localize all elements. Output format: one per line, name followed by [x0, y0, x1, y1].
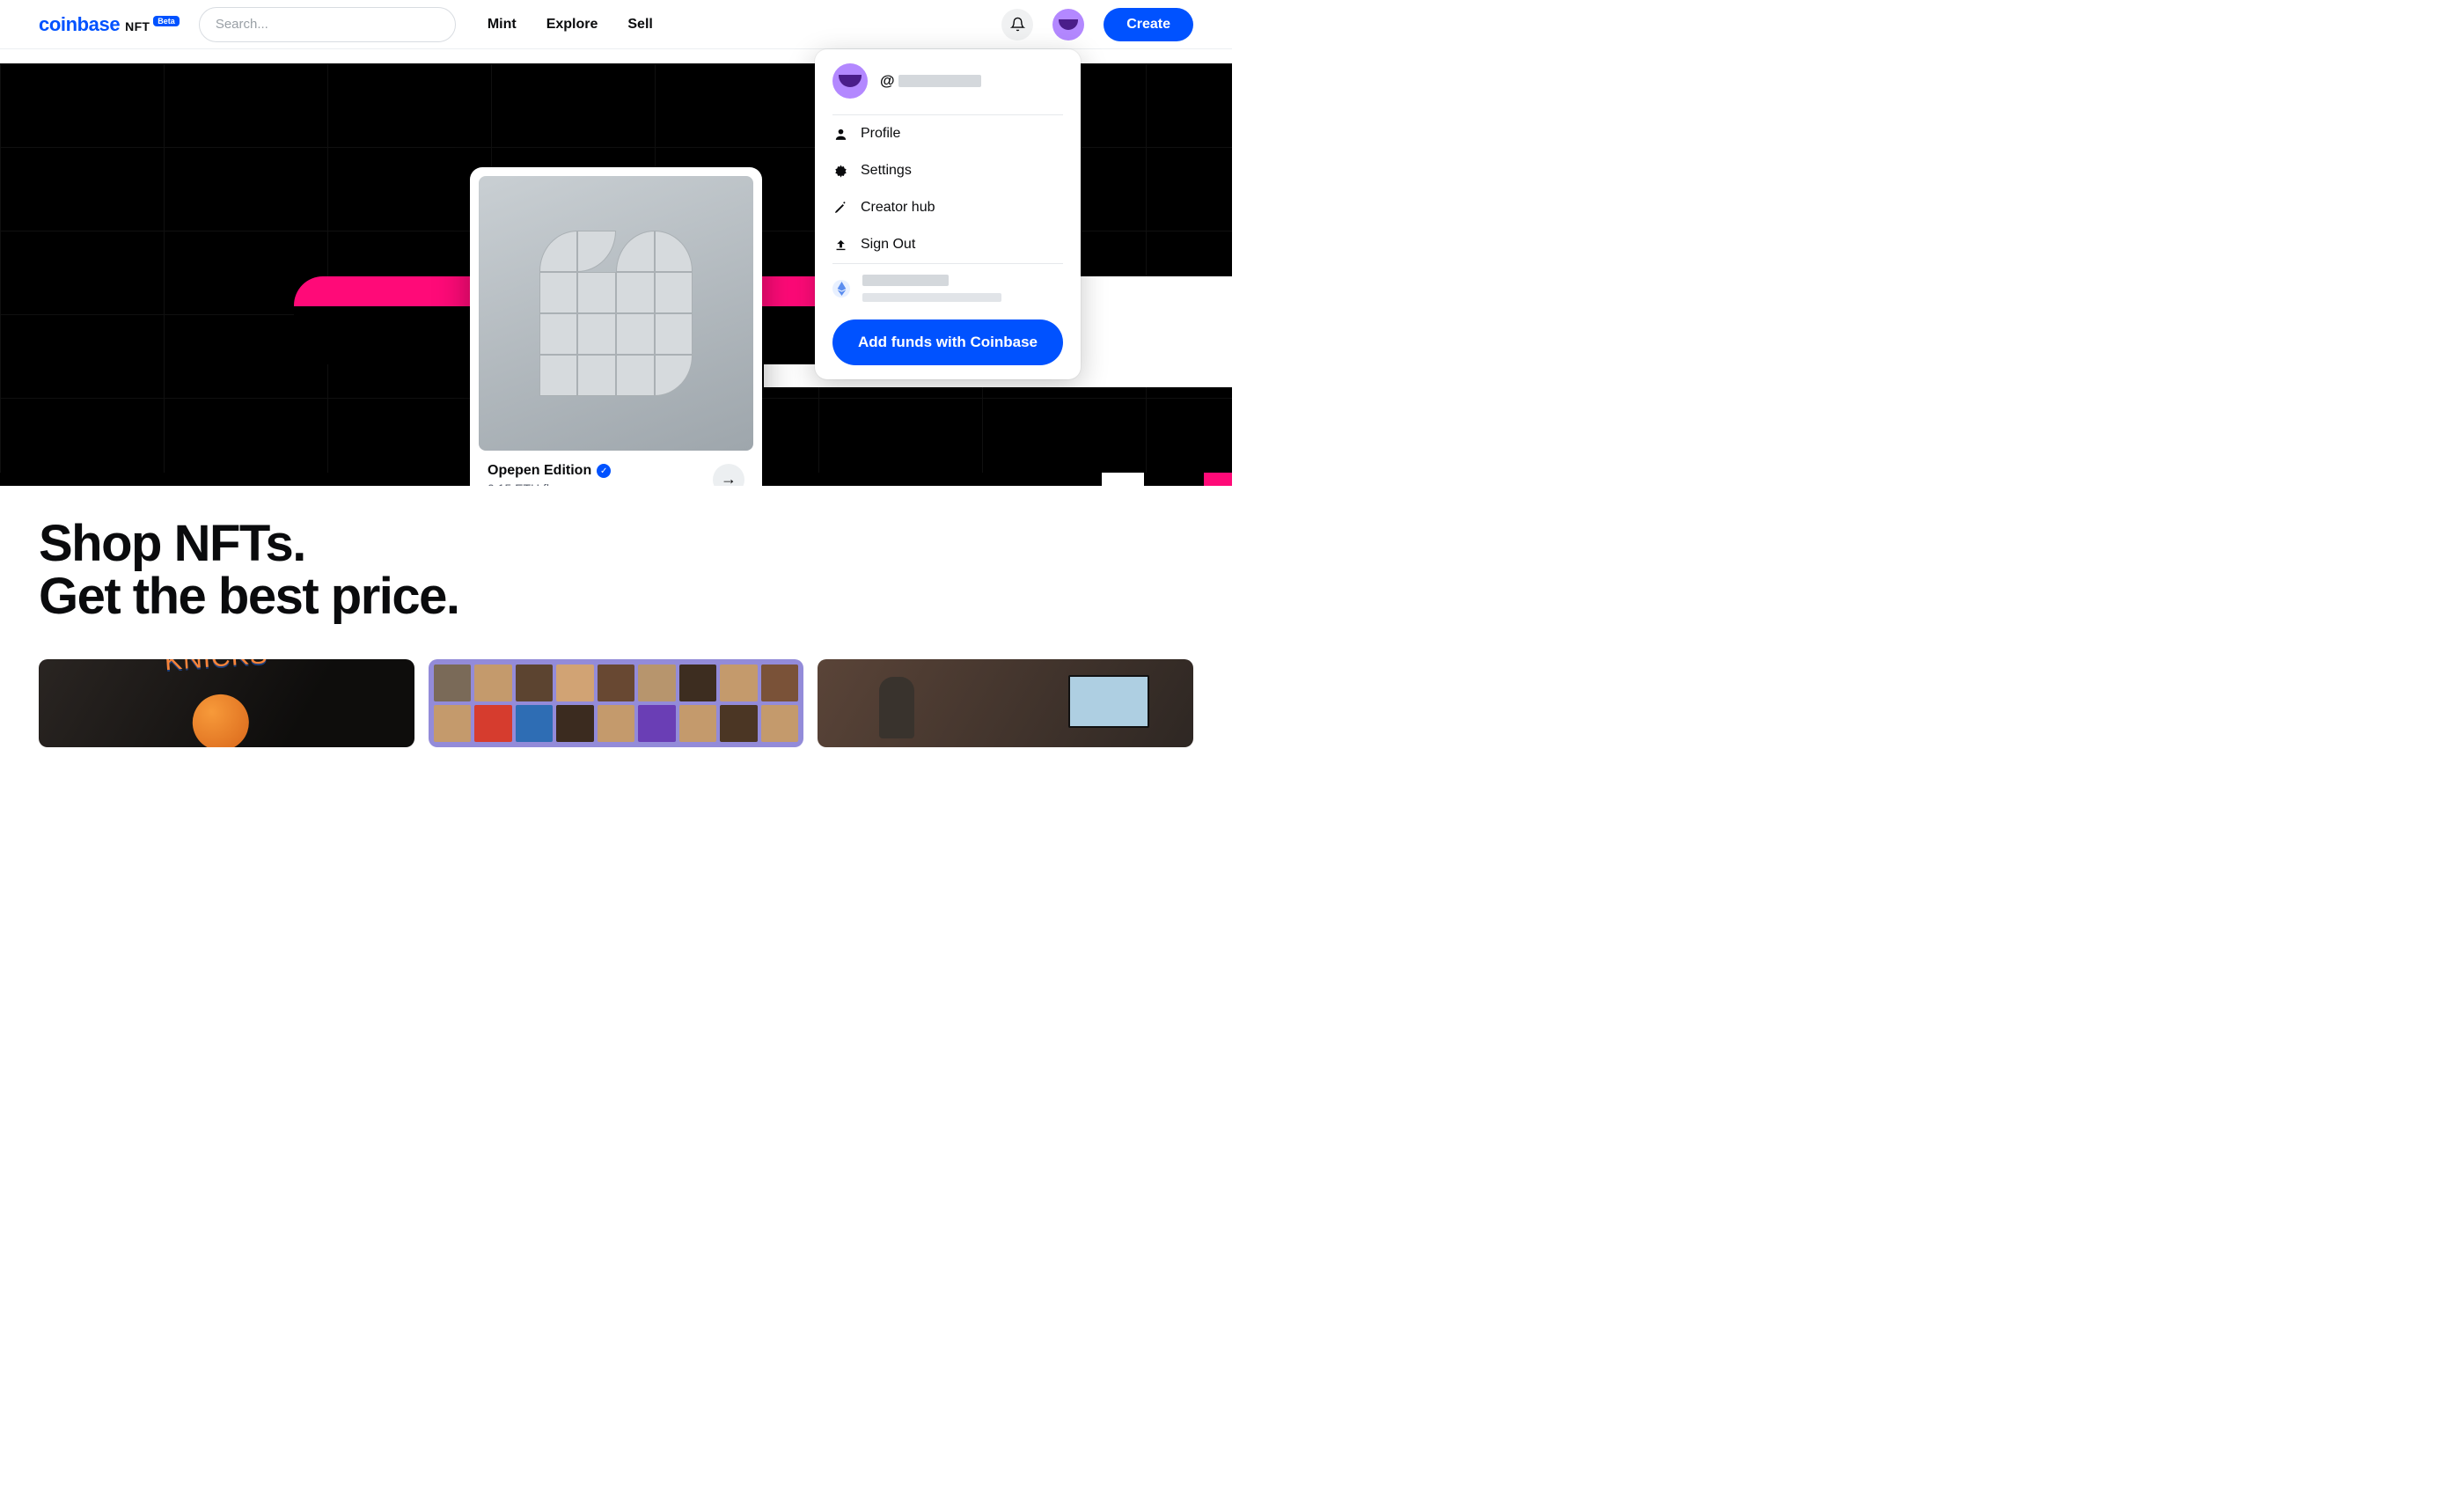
category-tile-collectibles[interactable]: [429, 659, 804, 747]
ethereum-icon: [832, 280, 850, 297]
arrow-right-icon: →: [721, 470, 737, 486]
wallet-balance-redacted: [862, 293, 1001, 302]
dropdown-wallet-row: [815, 264, 1081, 312]
featured-image: [479, 176, 753, 451]
profile-avatar-button[interactable]: [1052, 9, 1084, 40]
dropdown-item-label: Sign Out: [861, 237, 915, 253]
nav-mint[interactable]: Mint: [488, 17, 517, 33]
bell-icon: [1010, 17, 1025, 32]
handle-redacted: [898, 75, 981, 87]
dropdown-item-label: Creator hub: [861, 200, 935, 216]
wallet-address-redacted: [862, 275, 949, 286]
sign-out-icon: [832, 237, 848, 253]
dropdown-user-row: @: [815, 49, 1081, 114]
dropdown-item-settings[interactable]: Settings: [815, 152, 1081, 189]
notifications-button[interactable]: [1001, 9, 1033, 40]
category-tile-sports[interactable]: NEW YORK KNICKS: [39, 659, 414, 747]
shop-heading: Shop NFTs. Get the best price.: [39, 518, 1193, 624]
handle-at: @: [880, 72, 895, 90]
create-button[interactable]: Create: [1104, 8, 1193, 41]
nav-explore[interactable]: Explore: [546, 17, 598, 33]
logo-brand: coinbase: [39, 13, 120, 36]
nav-main: Mint Explore Sell: [488, 17, 653, 33]
search-input[interactable]: [199, 7, 456, 42]
featured-title: Opepen Edition: [488, 463, 591, 479]
avatar-icon: [1059, 19, 1078, 30]
header: coinbase NFT Beta Mint Explore Sell Crea…: [0, 0, 1232, 49]
nav-sell[interactable]: Sell: [627, 17, 652, 33]
knicks-logo: NEW YORK KNICKS: [140, 659, 297, 747]
punk-grid: [434, 665, 799, 742]
featured-floor: 0.15 ETH floor: [488, 481, 611, 486]
dropdown-item-sign-out[interactable]: Sign Out: [815, 226, 1081, 263]
user-handle: @: [880, 72, 981, 90]
dropdown-item-creator-hub[interactable]: Creator hub: [815, 189, 1081, 226]
verified-icon: ✓: [597, 464, 611, 478]
logo[interactable]: coinbase NFT Beta: [39, 13, 180, 36]
profile-dropdown: @ Profile Settings Creator hub Sign Out: [815, 49, 1081, 379]
add-funds-button[interactable]: Add funds with Coinbase: [832, 319, 1063, 365]
dropdown-item-label: Profile: [861, 126, 900, 142]
user-icon: [832, 126, 848, 142]
featured-card[interactable]: Opepen Edition ✓ 0.15 ETH floor →: [470, 167, 762, 486]
logo-sub: NFT: [125, 19, 150, 33]
dropdown-item-profile[interactable]: Profile: [815, 115, 1081, 152]
dropdown-item-label: Settings: [861, 163, 912, 179]
avatar: [832, 63, 868, 99]
shop-section: Shop NFTs. Get the best price. NEW YORK …: [0, 486, 1232, 747]
pencil-icon: [832, 200, 848, 216]
category-tile-music[interactable]: [818, 659, 1193, 747]
gear-icon: [832, 163, 848, 179]
featured-next-button[interactable]: →: [713, 464, 744, 487]
logo-badge: Beta: [153, 16, 180, 26]
